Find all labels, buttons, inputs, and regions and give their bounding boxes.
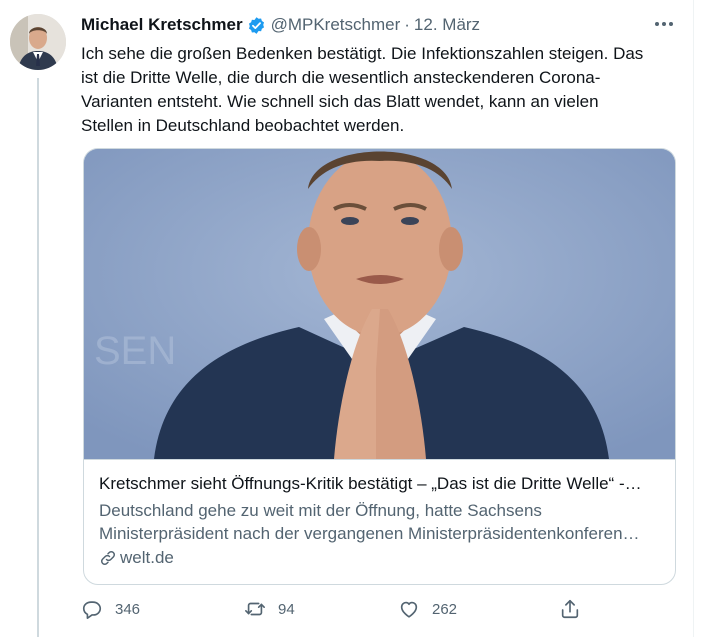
retweet-button[interactable]: 94	[244, 598, 295, 620]
card-description: Deutschland gehe zu weit mit der Öffnung…	[99, 499, 662, 545]
tweet-text-line: Stellen in Deutschland beobachtet werden…	[81, 116, 405, 135]
reply-button[interactable]: 346	[81, 598, 140, 620]
tweet-text-line: ist die Dritte Welle, die durch die wese…	[81, 68, 601, 87]
svg-text:SEN: SEN	[94, 329, 176, 373]
card-domain-text: welt.de	[120, 548, 174, 567]
card-domain: welt.de	[99, 548, 662, 568]
card-title: Kretschmer sieht Öffnungs-Kritik bestäti…	[99, 474, 642, 493]
retweet-count: 94	[278, 600, 295, 618]
share-icon	[561, 599, 579, 619]
like-count: 262	[432, 600, 458, 618]
tweet-text-line: Varianten entsteht. Wie schnell sich das…	[81, 92, 599, 111]
separator-dot: ·	[404, 15, 410, 34]
tweet-date[interactable]: 12. März	[414, 15, 480, 35]
card-description-line: Deutschland gehe zu weit mit der Öffnung…	[99, 501, 542, 520]
tweet-actions: 346 94 262	[81, 598, 601, 624]
column-divider	[693, 0, 694, 637]
tweet-header: Michael Kretschmer @MPKretschmer · 12. M…	[81, 14, 480, 36]
thread-line	[37, 78, 39, 637]
reply-icon	[82, 601, 102, 619]
link-preview-card[interactable]: SEN Kretschmer sieht Öffnungs-Kritik bes…	[83, 148, 676, 585]
link-icon	[100, 550, 116, 566]
reply-count: 346	[115, 600, 141, 618]
share-button[interactable]	[559, 598, 581, 620]
like-icon	[400, 601, 418, 618]
author-handle[interactable]: @MPKretschmer	[271, 15, 401, 35]
avatar[interactable]	[10, 14, 66, 70]
retweet-icon	[245, 602, 265, 616]
tweet-text-line: Ich sehe die großen Bedenken bestätigt. …	[81, 44, 644, 63]
verified-icon	[247, 16, 266, 35]
like-button[interactable]: 262	[398, 598, 457, 620]
more-icon[interactable]	[652, 14, 676, 34]
card-image[interactable]: SEN	[84, 149, 675, 459]
card-description-line: Ministerpräsident nach der vergangenen M…	[99, 524, 640, 543]
tweet-text: Ich sehe die großen Bedenken bestätigt. …	[81, 42, 681, 138]
author-display-name[interactable]: Michael Kretschmer	[81, 15, 243, 35]
card-body[interactable]: Kretschmer sieht Öffnungs-Kritik bestäti…	[84, 459, 675, 584]
